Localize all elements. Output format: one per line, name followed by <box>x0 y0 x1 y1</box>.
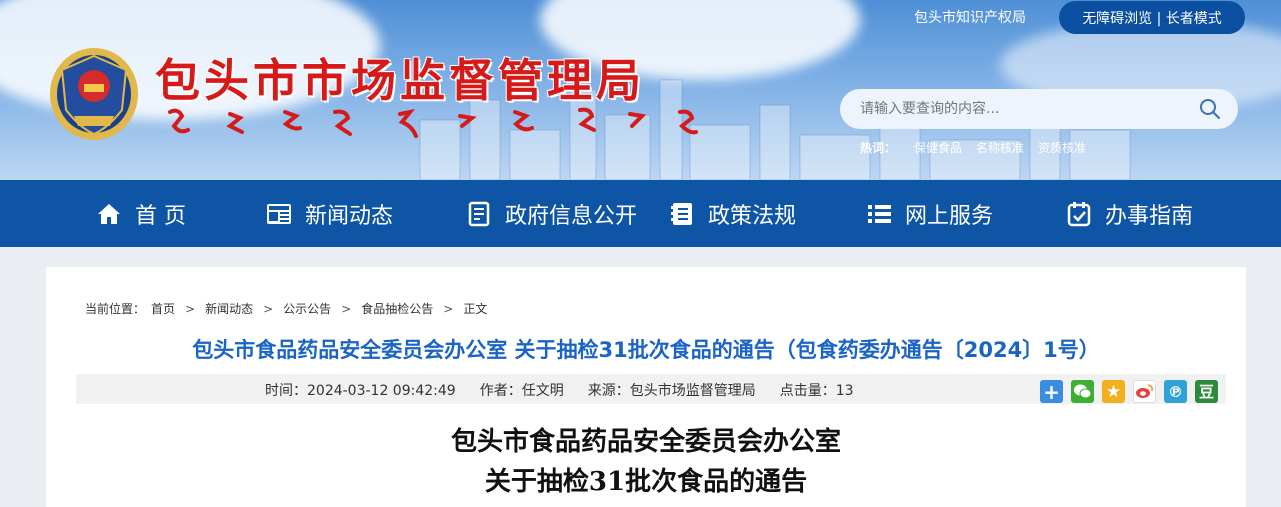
source: 来源：包头市场监督管理局 <box>587 383 756 399</box>
document-heading-line: 关于抽检31批次食品的通告 <box>484 467 808 497</box>
site-header: 包头市市场监督管理局 包头市知识产权局 无障碍浏览 | 长者模式 热词： 保健食… <box>0 0 1281 180</box>
hot-word-item[interactable]: 名称核准 <box>976 139 1024 156</box>
search-input[interactable] <box>860 89 1190 129</box>
search-box <box>840 89 1238 129</box>
nav-item-label: 首 页 <box>135 203 186 229</box>
douban-icon[interactable]: 豆 <box>1195 380 1218 403</box>
hot-words-label: 热词： <box>860 141 897 155</box>
site-title: 包头市市场监督管理局 <box>155 54 646 107</box>
nav-item-news[interactable]: 新闻动态 <box>265 180 393 247</box>
article-meta: 时间：2024-03-12 09:42:49 作者：任文明 来源：包头市场监督管… <box>265 380 854 400</box>
breadcrumb: 当前位置： 首页 > 新闻动态 > 公示公告 > 食品抽检公告 > 正文 <box>85 300 487 317</box>
nav-item-label: 政策法规 <box>708 203 797 229</box>
book-icon <box>671 202 692 225</box>
breadcrumb-current: 正文 <box>463 302 488 316</box>
document-heading-line: 包头市食品药品安全委员会办公室 <box>450 427 841 457</box>
search-icon[interactable] <box>1198 97 1222 121</box>
nav-item-home[interactable]: 首 页 <box>95 180 186 247</box>
breadcrumb-item[interactable]: 公示公告 <box>283 300 331 317</box>
mongolian-title-script <box>168 107 698 138</box>
breadcrumb-label: 当前位置： <box>85 302 146 316</box>
main-nav: 首 页 新闻动态 政府信息公开 政策法规 网上服务 办事指南 <box>0 180 1281 247</box>
hot-word-item[interactable]: 保健食品 <box>914 139 962 156</box>
emblem-logo <box>50 48 138 140</box>
more-share-icon[interactable]: + <box>1040 380 1063 404</box>
breadcrumb-item[interactable]: 食品抽检公告 <box>361 300 433 317</box>
qzone-icon[interactable]: ★ <box>1102 380 1125 403</box>
news-icon <box>267 203 291 224</box>
nav-item-label: 政府信息公开 <box>505 203 638 229</box>
breadcrumb-separator: > <box>341 301 352 316</box>
breadcrumb-item[interactable]: 首页 <box>151 300 175 317</box>
nav-item-label: 网上服务 <box>905 203 994 229</box>
nav-item-policy[interactable]: 政策法规 <box>668 180 796 247</box>
ip-office-link[interactable]: 包头市知识产权局 <box>914 7 1026 27</box>
hot-words: 热词： 保健食品 名称核准 资质核准 <box>860 139 1086 156</box>
breadcrumb-item[interactable]: 新闻动态 <box>205 300 253 317</box>
nav-item-gov-info[interactable]: 政府信息公开 <box>465 180 637 247</box>
share-toolbar: + ★ ℗ 豆 <box>1040 380 1218 404</box>
wechat-glyph <box>1074 384 1092 399</box>
weibo-icon[interactable] <box>1133 380 1156 403</box>
nav-item-online-service[interactable]: 网上服务 <box>865 180 993 247</box>
nav-item-label: 新闻动态 <box>305 203 394 229</box>
click-count: 点击量：13 <box>779 383 854 399</box>
tencent-weibo-icon[interactable]: ℗ <box>1164 380 1187 403</box>
guide-icon <box>1067 201 1091 226</box>
wechat-icon[interactable] <box>1071 380 1094 403</box>
breadcrumb-separator: > <box>185 301 196 316</box>
nav-item-guide[interactable]: 办事指南 <box>1065 180 1193 247</box>
publish-time: 时间：2024-03-12 09:42:49 <box>265 383 456 399</box>
nav-item-label: 办事指南 <box>1105 203 1194 229</box>
weibo-glyph <box>1136 384 1154 398</box>
document-heading: 包头市食品药品安全委员会办公室 关于抽检31批次食品的通告 <box>46 422 1246 502</box>
document-icon <box>468 201 490 226</box>
hot-word-item[interactable]: 资质核准 <box>1038 139 1086 156</box>
breadcrumb-separator: > <box>263 301 274 316</box>
breadcrumb-separator: > <box>443 301 454 316</box>
author: 作者：任文明 <box>479 383 564 399</box>
home-icon <box>98 203 120 224</box>
article-title: 包头市食品药品安全委员会办公室 关于抽检31批次食品的通告（包食药委办通告〔20… <box>192 338 1100 362</box>
accessibility-button[interactable]: 无障碍浏览 | 长者模式 <box>1059 1 1245 34</box>
list-icon <box>868 204 891 223</box>
